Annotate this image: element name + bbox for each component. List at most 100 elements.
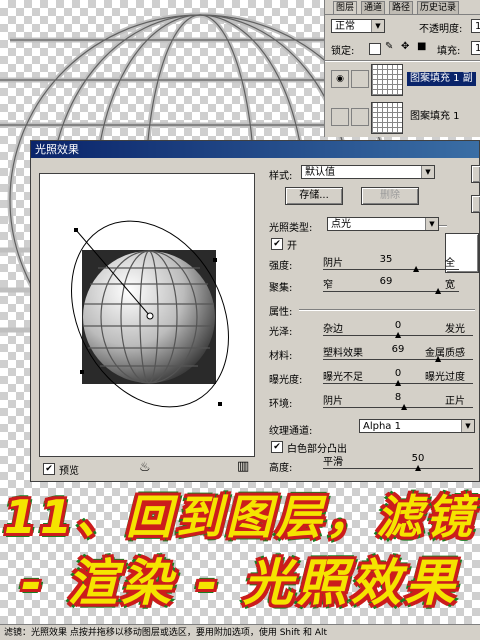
style-value: 默认值 bbox=[305, 167, 335, 178]
intensity-value: 35 bbox=[379, 254, 393, 265]
save-button[interactable]: 存储... bbox=[285, 187, 343, 205]
layer-thumbnail bbox=[371, 64, 403, 96]
preview-label: 预览 bbox=[59, 466, 79, 477]
intensity-slider-thumb[interactable]: ▲ bbox=[413, 265, 419, 273]
dialog-title: 光照效果 bbox=[31, 141, 479, 158]
layer-row-pattern-fill-copy[interactable]: ◉ 图案填充 1 副 bbox=[331, 64, 480, 96]
material-min-label: 塑料效果 bbox=[323, 348, 363, 359]
ok-button[interactable] bbox=[471, 165, 480, 183]
light-on-checkbox[interactable]: ✔ bbox=[271, 238, 283, 250]
focus-slider-thumb[interactable]: ▲ bbox=[435, 287, 441, 295]
style-select[interactable]: 默认值 ▼ bbox=[301, 165, 435, 179]
tab-paths[interactable]: 路径 bbox=[389, 1, 414, 14]
height-slider-thumb[interactable]: ▲ bbox=[415, 464, 421, 472]
light-handle[interactable] bbox=[80, 370, 84, 374]
light-on-label: 开 bbox=[287, 241, 297, 252]
blend-mode-select[interactable]: 正常 ▼ bbox=[331, 19, 385, 33]
exposure-label: 曝光度: bbox=[269, 375, 303, 386]
intensity-slider[interactable] bbox=[323, 269, 459, 270]
focus-label: 聚集: bbox=[269, 283, 293, 294]
layer-name: 图案填充 1 bbox=[410, 111, 460, 122]
layers-panel-tabs: 图层 通道 路径 历史记录 bbox=[325, 0, 480, 15]
ambience-min-label: 阴片 bbox=[323, 396, 343, 407]
gloss-max-label: 发光 bbox=[445, 324, 465, 335]
cancel-button[interactable] bbox=[471, 195, 480, 213]
style-label: 样式: bbox=[269, 171, 293, 182]
preview-canvas bbox=[71, 220, 229, 408]
intensity-max-label: 全 bbox=[445, 258, 455, 269]
preview-checkbox[interactable]: ✔ bbox=[43, 463, 55, 475]
material-slider-thumb[interactable]: ▲ bbox=[435, 355, 441, 363]
lock-brush-icon[interactable]: ✎ bbox=[385, 41, 393, 52]
light-handle[interactable] bbox=[213, 258, 217, 262]
focus-max-label: 宽 bbox=[445, 280, 455, 291]
lock-label: 锁定: bbox=[331, 46, 355, 57]
fill-value: 1 bbox=[475, 43, 480, 54]
height-slider[interactable] bbox=[323, 468, 473, 469]
light-center-handle[interactable] bbox=[146, 312, 154, 320]
height-label: 高度: bbox=[269, 463, 293, 474]
lighting-effects-dialog: 光照效果 ✔ 预览 ♨ ▥ 样式: 默认值 ▼ 存储... 删除 光照类型: 点… bbox=[30, 140, 480, 482]
texture-channel-select[interactable]: Alpha 1 ▼ bbox=[359, 419, 475, 433]
light-type-value: 点光 bbox=[331, 219, 351, 230]
layer-row-pattern-fill[interactable]: 图案填充 1 bbox=[331, 102, 480, 134]
blend-mode-value: 正常 bbox=[335, 21, 355, 32]
ambience-value: 8 bbox=[394, 392, 402, 403]
tab-channels[interactable]: 通道 bbox=[361, 1, 386, 14]
opacity-label: 不透明度: bbox=[419, 24, 463, 35]
material-max-label: 金属质感 bbox=[425, 348, 465, 359]
divider bbox=[325, 60, 480, 62]
ambience-max-label: 正片 bbox=[445, 396, 465, 407]
eye-icon[interactable] bbox=[331, 108, 349, 126]
focus-value: 69 bbox=[379, 276, 393, 287]
material-value: 69 bbox=[391, 344, 405, 355]
chevron-down-icon: ▼ bbox=[421, 166, 434, 178]
tab-history[interactable]: 历史记录 bbox=[417, 1, 460, 14]
lighting-preview[interactable] bbox=[39, 173, 255, 457]
brush-icon[interactable] bbox=[351, 108, 369, 126]
delete-button[interactable]: 删除 bbox=[361, 187, 419, 205]
chevron-down-icon: ▼ bbox=[371, 20, 384, 32]
layers-panel: 图层 通道 路径 历史记录 正常 ▼ 不透明度: 1 锁定: ✎ ✥ ■ 填充:… bbox=[324, 0, 480, 137]
chevron-down-icon: ▼ bbox=[461, 420, 474, 432]
divider bbox=[299, 309, 475, 311]
texture-channel-label: 纹理通道: bbox=[269, 426, 313, 437]
caption-line-2: - 渲染 - 光照效果 bbox=[21, 554, 459, 612]
layer-thumbnail bbox=[371, 102, 403, 134]
intensity-min-label: 阴片 bbox=[323, 258, 343, 269]
eye-icon[interactable]: ◉ bbox=[331, 70, 349, 88]
chevron-down-icon: ▼ bbox=[425, 218, 438, 230]
ambience-slider-thumb[interactable]: ▲ bbox=[401, 403, 407, 411]
ambience-slider[interactable] bbox=[323, 407, 473, 408]
light-handle[interactable] bbox=[74, 228, 78, 232]
lock-move-icon[interactable]: ✥ bbox=[401, 41, 409, 52]
gloss-slider-thumb[interactable]: ▲ bbox=[395, 331, 401, 339]
fill-label: 填充: bbox=[437, 46, 461, 57]
status-bar: 滤镜：光照效果 点按并拖移以移动图层或选区，要用附加选项，使用 Shift 和 … bbox=[0, 624, 480, 640]
material-label: 材料: bbox=[269, 351, 293, 362]
lock-all-icon[interactable]: ■ bbox=[417, 41, 426, 52]
exposure-max-label: 曝光过度 bbox=[425, 372, 465, 383]
opacity-value: 1 bbox=[475, 21, 480, 32]
light-type-label: 光照类型: bbox=[269, 223, 313, 234]
focus-min-label: 窄 bbox=[323, 280, 333, 291]
layer-name: 图案填充 1 副 bbox=[407, 72, 476, 86]
exposure-min-label: 曝光不足 bbox=[323, 372, 363, 383]
light-type-select[interactable]: 点光 ▼ bbox=[327, 217, 439, 231]
white-high-checkbox[interactable]: ✔ bbox=[271, 441, 283, 453]
material-slider[interactable] bbox=[323, 359, 473, 360]
opacity-input[interactable]: 1 bbox=[471, 19, 480, 33]
light-bulb-icon[interactable]: ♨ bbox=[139, 460, 151, 475]
light-handle[interactable] bbox=[218, 402, 222, 406]
tab-layers[interactable]: 图层 bbox=[333, 1, 358, 14]
fill-input[interactable]: 1 bbox=[471, 41, 480, 55]
intensity-label: 强度: bbox=[269, 261, 293, 272]
trash-icon[interactable]: ▥ bbox=[237, 459, 249, 474]
exposure-slider-thumb[interactable]: ▲ bbox=[395, 379, 401, 387]
caption-line-1: 11、回到图层，滤镜 bbox=[3, 490, 476, 544]
texture-channel-value: Alpha 1 bbox=[363, 421, 401, 432]
brush-icon[interactable] bbox=[351, 70, 369, 88]
ambience-label: 环境: bbox=[269, 399, 293, 410]
lock-transparency-icon[interactable] bbox=[369, 43, 381, 55]
gloss-label: 光泽: bbox=[269, 327, 293, 338]
